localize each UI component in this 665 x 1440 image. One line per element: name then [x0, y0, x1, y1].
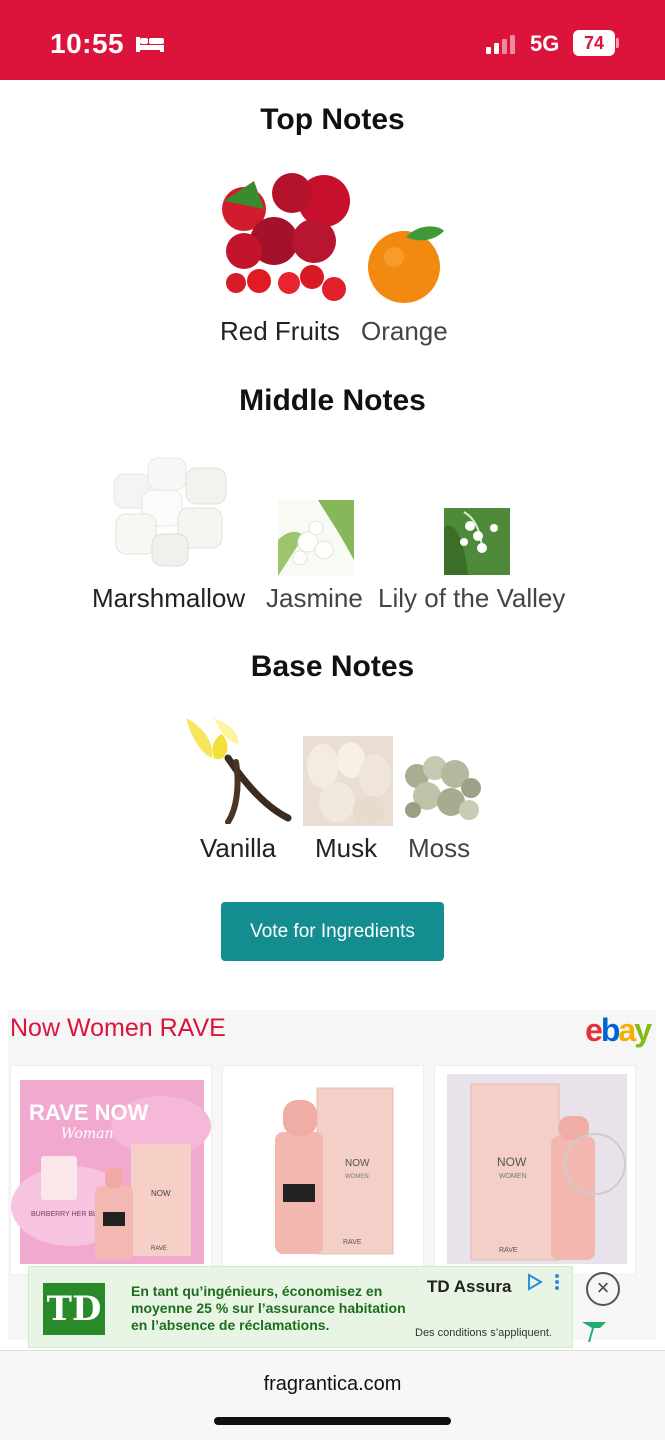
note-musk[interactable]: [303, 736, 393, 831]
note-red-fruits[interactable]: [214, 171, 350, 308]
close-icon[interactable]: ×: [586, 1272, 620, 1306]
battery-level: 74: [573, 30, 615, 56]
note-label-marshmallow[interactable]: Marshmallow: [92, 583, 245, 614]
note-label-orange[interactable]: Orange: [361, 316, 448, 347]
product-banner: RAVE NOW: [29, 1100, 149, 1125]
note-marshmallow[interactable]: [112, 452, 234, 575]
svg-text:RAVE: RAVE: [343, 1239, 362, 1246]
ebay-logo[interactable]: ebay: [585, 1012, 652, 1049]
url-text[interactable]: fragrantica.com: [0, 1373, 665, 1396]
ebay-product-card[interactable]: RAVE NOW Woman BURBERRY HER BLOSSOM NOW …: [10, 1065, 212, 1275]
ad-brand: TD Assura: [427, 1277, 512, 1296]
td-logo: TD: [43, 1283, 105, 1335]
note-label-red-fruits[interactable]: Red Fruits: [220, 316, 340, 347]
ebay-title[interactable]: Now Women RAVE: [10, 1014, 226, 1043]
ad-text: En tant qu’ingénieurs, économisez en moy…: [131, 1283, 406, 1333]
battery-icon: 74: [573, 30, 619, 56]
ebay-product-card[interactable]: NOW WOMEN RAVE: [222, 1065, 424, 1275]
musk-image: [303, 736, 393, 826]
orange-image: [368, 226, 444, 303]
svg-text:WOMEN: WOMEN: [499, 1173, 527, 1180]
ebay-product-card[interactable]: NOW WOMEN RAVE: [434, 1065, 636, 1275]
product-image: NOW WOMEN RAVE: [223, 1066, 423, 1274]
base-notes-title: Base Notes: [250, 650, 415, 683]
svg-text:NOW: NOW: [151, 1189, 171, 1198]
note-jasmine[interactable]: [278, 500, 354, 581]
ad-feedback-icon[interactable]: [580, 1318, 608, 1346]
marshmallow-image: [112, 452, 234, 570]
adchoices-icon[interactable]: [525, 1271, 565, 1293]
note-label-lily-of-the-valley[interactable]: Lily of the Valley: [378, 583, 565, 614]
product-image: RAVE NOW Woman BURBERRY HER BLOSSOM NOW …: [11, 1080, 211, 1264]
svg-text:RAVE: RAVE: [499, 1247, 518, 1254]
ad-conditions: Des conditions s’appliquent.: [415, 1327, 552, 1339]
middle-notes-title: Middle Notes: [239, 384, 426, 417]
product-image: NOW WOMEN RAVE: [447, 1074, 627, 1264]
red-fruits-image: [214, 171, 350, 303]
vote-for-ingredients-button[interactable]: Vote for Ingredients: [221, 902, 444, 961]
vanilla-image: [184, 718, 292, 825]
svg-text:RAVE: RAVE: [151, 1246, 167, 1252]
svg-text:NOW: NOW: [497, 1155, 527, 1169]
jasmine-image: [278, 500, 354, 576]
status-time: 10:55: [50, 28, 125, 59]
note-label-moss[interactable]: Moss: [408, 833, 470, 864]
browser-url-bar[interactable]: fragrantica.com: [0, 1350, 665, 1440]
note-lily-of-the-valley[interactable]: [444, 508, 510, 580]
cell-signal-icon: [486, 35, 515, 54]
moss-image: [403, 750, 481, 826]
lily-of-the-valley-image: [444, 508, 510, 575]
network-type: 5G: [530, 31, 560, 56]
note-orange[interactable]: [364, 223, 448, 310]
status-bar: 10:55 5G 74: [0, 0, 665, 80]
top-notes-title: Top Notes: [260, 103, 405, 136]
note-label-musk[interactable]: Musk: [315, 833, 377, 864]
home-indicator: [214, 1417, 451, 1425]
td-ad-banner[interactable]: TD En tant qu’ingénieurs, économisez en …: [28, 1266, 573, 1348]
svg-text:NOW: NOW: [345, 1158, 370, 1169]
note-moss[interactable]: [403, 750, 481, 831]
note-label-jasmine[interactable]: Jasmine: [266, 583, 363, 614]
note-label-vanilla[interactable]: Vanilla: [200, 833, 276, 864]
svg-text:Woman: Woman: [61, 1126, 114, 1142]
note-vanilla[interactable]: [184, 718, 292, 829]
svg-text:WOMEN: WOMEN: [345, 1174, 369, 1180]
sleep-bed-icon: [136, 37, 164, 52]
